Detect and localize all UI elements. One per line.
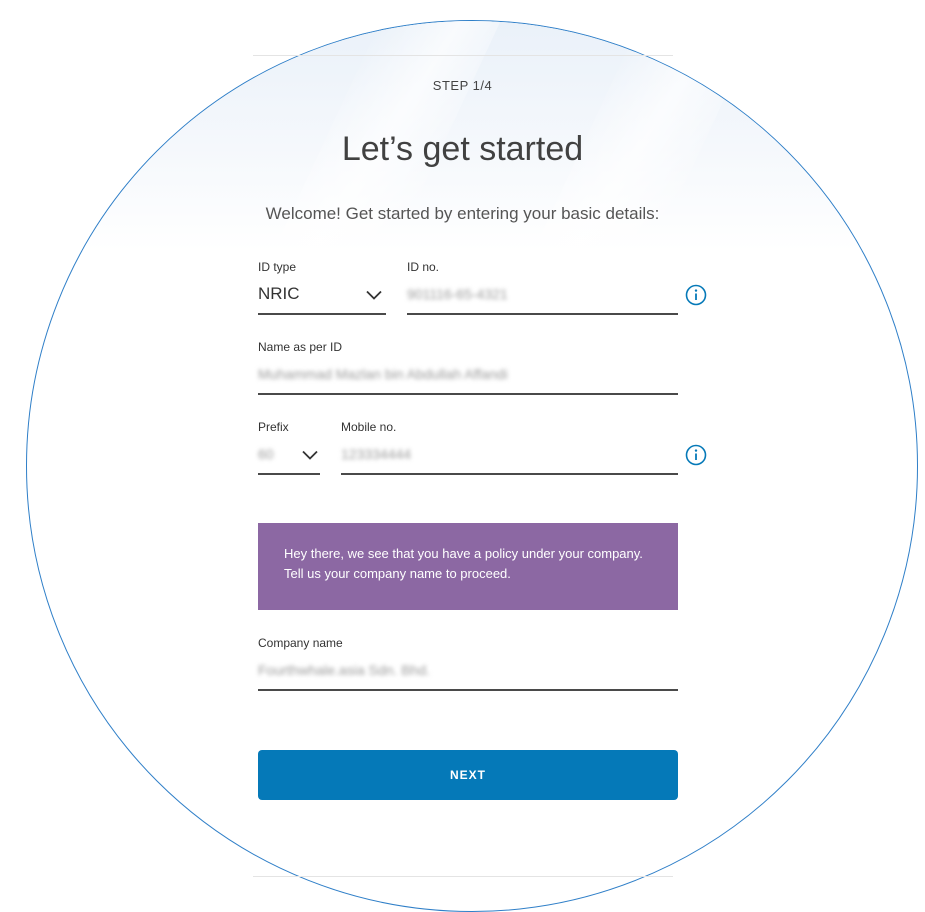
prefix-select[interactable]: Prefix 60 [258, 418, 320, 476]
company-name-underline [258, 689, 678, 691]
mobile-label: Mobile no. [341, 420, 397, 434]
company-name-label: Company name [258, 636, 343, 650]
name-underline [258, 393, 678, 395]
company-name-field[interactable]: Company name Fourthwhale.asia Sdn. Bhd. [258, 634, 678, 692]
id-no-label: ID no. [407, 260, 440, 274]
mobile-underline [341, 473, 678, 475]
id-no-value: 901116-65-4321 [407, 286, 508, 302]
page-title: Let’s get started [341, 130, 584, 168]
id-no-underline [407, 313, 678, 315]
id-type-underline [258, 313, 386, 315]
name-value: Muhammad Mazlan bin Abdullah Affandi [258, 366, 508, 382]
prefix-underline [258, 473, 320, 475]
form-page: STEP 1/4 Let’s get started Welcome! Get … [0, 0, 925, 912]
id-type-select[interactable]: ID type NRIC [258, 258, 386, 316]
next-button[interactable]: NEXT [258, 750, 678, 800]
step-indicator: STEP 1/4 [432, 78, 493, 93]
chevron-down-icon [366, 290, 382, 300]
mobile-value: 123334444 [341, 446, 412, 462]
id-no-field[interactable]: ID no. 901116-65-4321 [407, 258, 678, 316]
prefix-value: 60 [258, 446, 274, 462]
company-name-value: Fourthwhale.asia Sdn. Bhd. [258, 662, 430, 678]
mobile-field[interactable]: Mobile no. 123334444 [341, 418, 678, 476]
info-icon[interactable] [685, 444, 707, 466]
id-type-value: NRIC [258, 284, 300, 303]
company-policy-notice: Hey there, we see that you have a policy… [258, 523, 678, 610]
name-label: Name as per ID [258, 340, 343, 354]
page-subtitle: Welcome! Get started by entering your ba… [265, 204, 660, 223]
prefix-label: Prefix [258, 420, 289, 434]
name-field[interactable]: Name as per ID Muhammad Mazlan bin Abdul… [258, 338, 678, 396]
id-type-label: ID type [258, 260, 297, 274]
chevron-down-icon [302, 450, 318, 460]
info-icon[interactable] [685, 284, 707, 306]
